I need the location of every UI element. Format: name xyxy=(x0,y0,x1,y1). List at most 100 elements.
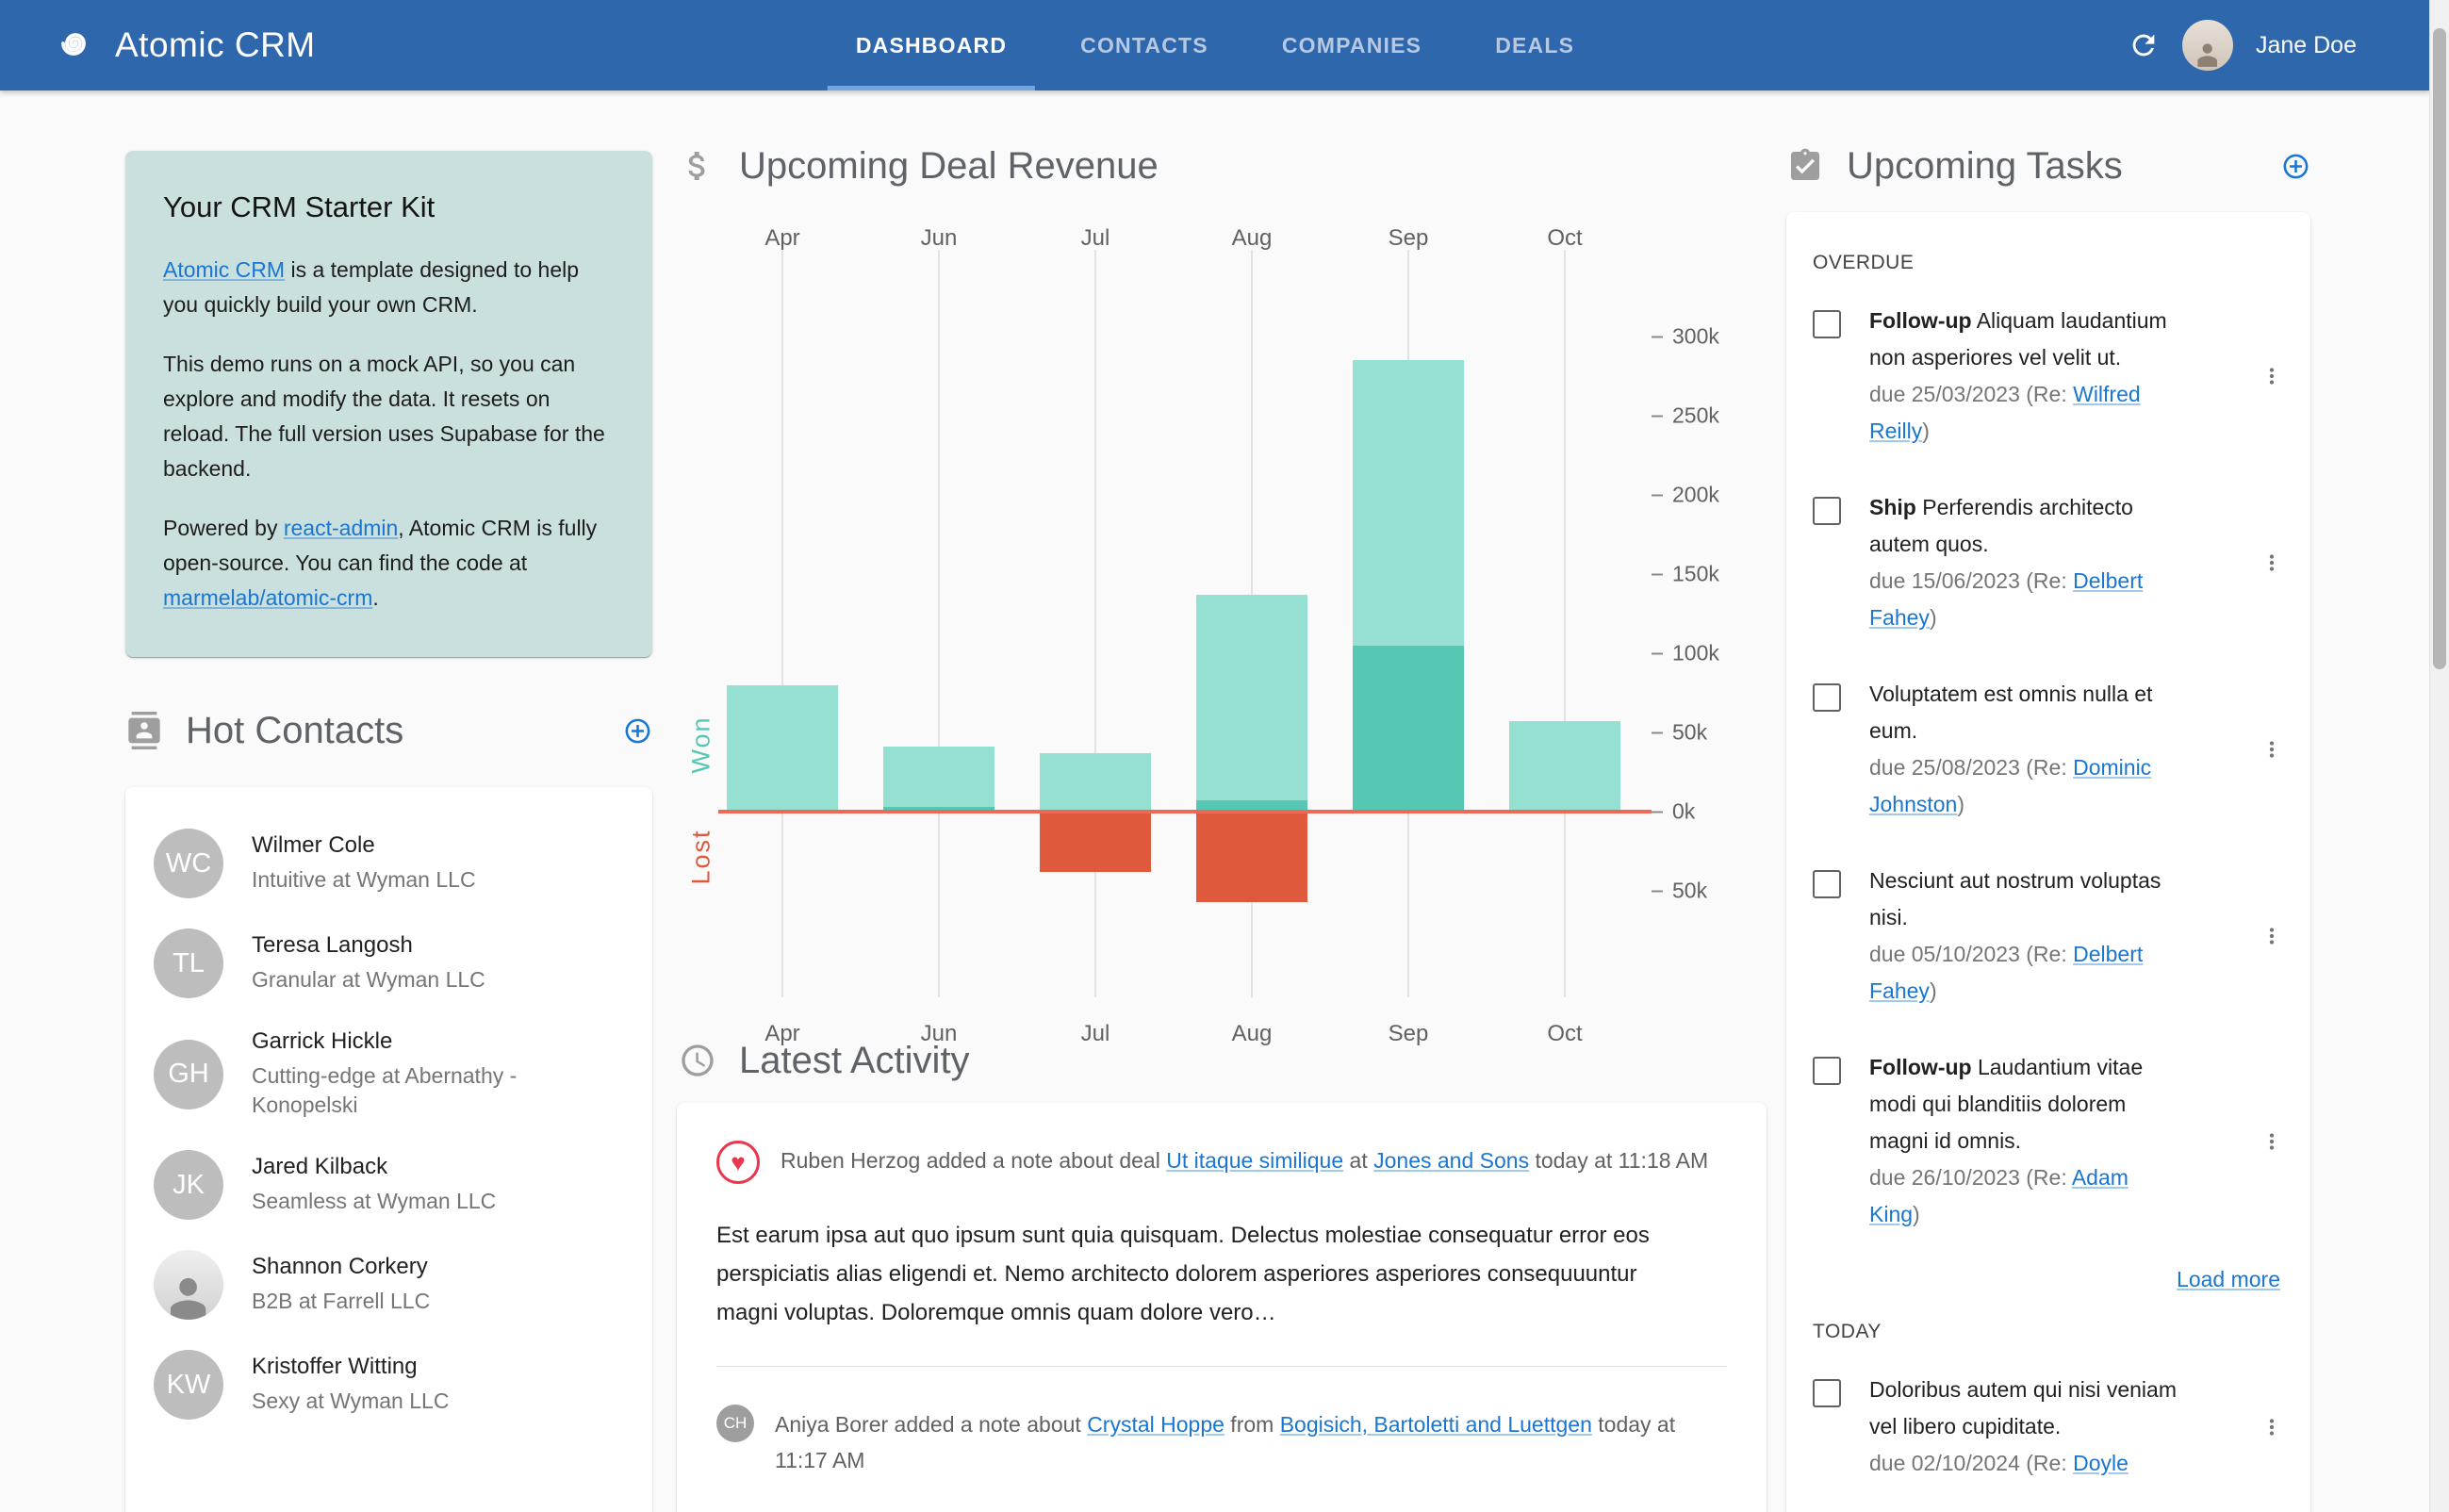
chart-bar-lost[interactable] xyxy=(1040,812,1151,872)
chart-month-label-top: Apr xyxy=(764,225,800,251)
chart-y-tick: 100k xyxy=(1652,641,1719,666)
text-segment: Aniya Borer added a note about xyxy=(775,1412,1088,1437)
chart-bar-won[interactable] xyxy=(727,684,838,812)
chart-y-tick: 300k xyxy=(1652,324,1719,350)
tab-companies[interactable]: COMPANIES xyxy=(1254,0,1450,90)
inline-link[interactable]: Doyle xyxy=(2073,1451,2128,1475)
refresh-icon[interactable] xyxy=(2128,29,2160,61)
chart-gridline xyxy=(781,250,783,997)
chart-month-label-top: Jun xyxy=(920,225,958,251)
contact-row[interactable]: KW Kristoffer Witting Sexy at Wyman LLC xyxy=(154,1335,624,1435)
inline-link[interactable]: Ut itaque similique xyxy=(1166,1148,1343,1173)
task-checkbox[interactable] xyxy=(1813,683,1841,712)
tick-label: 250k xyxy=(1672,403,1719,428)
task-text: Follow-up Laudantium vitae modi qui blan… xyxy=(1869,1049,2182,1159)
avatar: KW xyxy=(154,1350,223,1420)
hot-contacts-title: Hot Contacts xyxy=(186,709,404,751)
text-segment: ) xyxy=(1929,605,1937,630)
more-vert-icon[interactable] xyxy=(2260,1129,2284,1154)
text-segment: . xyxy=(372,585,379,610)
header-actions: Jane Doe xyxy=(2128,20,2357,71)
contact-role: Cutting-edge at Abernathy - Konopelski xyxy=(252,1063,518,1117)
tab-contacts[interactable]: CONTACTS xyxy=(1052,0,1237,90)
tick-label: 100k xyxy=(1672,640,1719,666)
contact-row[interactable]: WC Wilmer Cole Intuitive at Wyman LLC xyxy=(154,814,624,913)
inline-link[interactable]: Crystal Hoppe xyxy=(1087,1412,1224,1437)
chart-bar-won[interactable] xyxy=(1040,752,1151,812)
chart-y-tick: 150k xyxy=(1652,562,1719,587)
chart-axis-label-lost: Lost xyxy=(686,829,715,885)
tab-dashboard[interactable]: DASHBOARD xyxy=(827,0,1036,90)
task-item: Ship Perferendis architecto autem quos. … xyxy=(1813,489,2284,636)
more-vert-icon[interactable] xyxy=(2260,364,2284,388)
hot-contacts-header: Hot Contacts xyxy=(125,693,652,768)
activity-item: CH Aniya Borer added a note about Crysta… xyxy=(716,1405,1727,1478)
inline-link[interactable]: Atomic CRM xyxy=(163,257,285,282)
text-segment: due 25/08/2023 (Re: xyxy=(1869,755,2074,780)
contact-name: Jared Kilback xyxy=(252,1154,388,1179)
chart-y-tick: 0k xyxy=(1652,799,1695,825)
contact-row[interactable]: Shannon Corkery B2B at Farrell LLC xyxy=(154,1235,624,1335)
app-title: Atomic CRM xyxy=(115,25,316,64)
chart-month-label-bottom: Oct xyxy=(1547,1021,1583,1046)
inline-link[interactable]: marmelab/atomic-crm xyxy=(163,585,372,610)
chart-bar-won[interactable] xyxy=(1509,721,1620,812)
avatar: TL xyxy=(154,929,223,998)
text-segment: due 26/10/2023 (Re: xyxy=(1869,1165,2072,1190)
tab-deals[interactable]: DEALS xyxy=(1467,0,1603,90)
overdue-label: OVERDUE xyxy=(1813,252,1915,273)
task-text: Follow-up Aliquam laudantium non asperio… xyxy=(1869,303,2182,376)
chart-month-label-top: Sep xyxy=(1388,225,1429,251)
inline-link[interactable]: Bogisich, Bartoletti and Luettgen xyxy=(1280,1412,1592,1437)
task-checkbox[interactable] xyxy=(1813,497,1841,525)
scrollbar-thumb[interactable] xyxy=(2433,28,2446,669)
chart-month-label-top: Aug xyxy=(1231,225,1273,251)
inline-link[interactable]: react-admin xyxy=(284,516,398,540)
more-vert-icon[interactable] xyxy=(2260,924,2284,948)
avatar: WC xyxy=(154,829,223,898)
task-checkbox[interactable] xyxy=(1813,310,1841,338)
task-checkbox[interactable] xyxy=(1813,1379,1841,1407)
text-segment: Voluptatem est omnis nulla et eum. xyxy=(1869,682,2153,743)
dollar-icon xyxy=(679,147,716,185)
chart-bar-won[interactable] xyxy=(1353,360,1464,646)
task-due: due 15/06/2023 (Re: Delbert Fahey) xyxy=(1869,563,2182,636)
starter-kit-card: Your CRM Starter Kit Atomic CRM is a tem… xyxy=(125,151,652,657)
load-more-link[interactable]: Load more xyxy=(2177,1267,2280,1291)
chart-bar-won[interactable] xyxy=(883,747,994,807)
chart-gridline xyxy=(1564,250,1566,997)
task-item: Follow-up Laudantium vitae modi qui blan… xyxy=(1813,1049,2284,1233)
chart-bar-won[interactable] xyxy=(1196,594,1307,801)
tick-label: 200k xyxy=(1672,482,1719,507)
task-due: due 02/10/2024 (Re: Doyle xyxy=(1869,1445,2182,1482)
heart-icon: ♥ xyxy=(716,1141,760,1184)
brand[interactable]: Atomic CRM xyxy=(53,21,316,71)
upcoming-tasks-header: Upcoming Tasks xyxy=(1786,128,2310,204)
more-vert-icon[interactable] xyxy=(2260,551,2284,575)
contact-row[interactable]: JK Jared Kilback Seamless at Wyman LLC xyxy=(154,1135,624,1235)
contact-row[interactable]: TL Teresa Langosh Granular at Wyman LLC xyxy=(154,913,624,1013)
task-checkbox[interactable] xyxy=(1813,1057,1841,1085)
text-segment: due 02/10/2024 (Re: xyxy=(1869,1451,2074,1475)
add-task-button[interactable] xyxy=(2281,152,2310,181)
tick-label: 300k xyxy=(1672,323,1719,349)
chart-month-label-bottom: Sep xyxy=(1388,1021,1429,1046)
more-vert-icon[interactable] xyxy=(2260,1415,2284,1439)
chart-bar-won-current[interactable] xyxy=(1353,645,1464,812)
chart-bar-lost[interactable] xyxy=(1196,812,1307,902)
upcoming-tasks-card: OVERDUE Follow-up Aliquam laudantium non… xyxy=(1786,212,2310,1512)
task-item: Voluptatem est omnis nulla et eum. due 2… xyxy=(1813,676,2284,823)
more-vert-icon[interactable] xyxy=(2260,737,2284,762)
contact-name: Kristoffer Witting xyxy=(252,1354,418,1379)
clipboard-check-icon xyxy=(1786,147,1824,185)
tick-mark xyxy=(1652,811,1663,813)
contact-card-icon xyxy=(125,712,163,749)
task-due: due 25/08/2023 (Re: Dominic Johnston) xyxy=(1869,749,2182,823)
contact-row[interactable]: GH Garrick Hickle Cutting-edge at Aberna… xyxy=(154,1013,624,1135)
task-checkbox[interactable] xyxy=(1813,870,1841,898)
tick-label: 50k xyxy=(1672,719,1708,745)
user-avatar[interactable] xyxy=(2181,20,2233,71)
inline-link[interactable]: Jones and Sons xyxy=(1373,1148,1529,1173)
add-contact-button[interactable] xyxy=(623,716,652,746)
deal-revenue-header: Upcoming Deal Revenue xyxy=(679,128,1159,204)
